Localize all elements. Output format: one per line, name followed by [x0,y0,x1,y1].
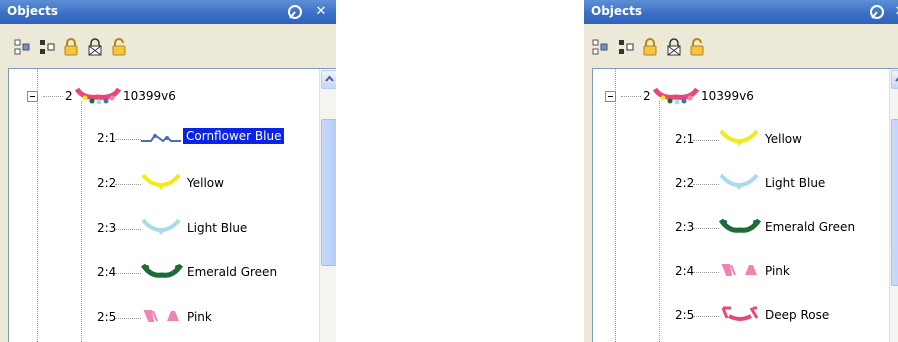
design-thumbnail-icon [653,87,699,105]
tree-row-label: Cornflower Blue [183,128,285,144]
tree-row-index: 2:3 [97,221,117,235]
toolbar [0,24,336,64]
pin-icon[interactable] [287,4,304,20]
scrollbar-thumb[interactable] [891,119,898,286]
tree-row-label: Pink [187,310,212,324]
chevron-up-icon [325,75,334,82]
scrollbar-thumb[interactable] [321,119,336,266]
tree-row-index: 2:5 [97,310,117,324]
objects-panel-right: Objects ✕ [584,0,898,342]
toolbar [584,24,898,64]
pink-thumbnail-icon [721,264,757,276]
ungroup-icon[interactable] [617,38,635,56]
tree-root-index: 2 [65,89,73,103]
light-blue-thumbnail-icon [141,218,181,235]
tree-row-index: 2:5 [675,308,695,322]
scroll-up-button[interactable] [321,70,336,89]
tree-connector [37,69,38,342]
tree-row-label: Light Blue [187,221,248,235]
tree-connector [693,228,719,229]
tree-row-label: Light Blue [765,176,826,190]
chevron-up-icon [895,77,898,82]
vertical-scrollbar[interactable] [319,69,336,342]
tree-connector [693,272,719,273]
lock-icon[interactable] [641,38,659,56]
tree-row-index: 2:1 [97,131,117,145]
objects-panel-left: Objects ✕ 2 10399v6 2:1 Cornflower Blue … [0,0,336,342]
design-thumbnail-icon [75,87,121,105]
tree-root-name[interactable]: 10399v6 [123,89,176,103]
unlock-icon[interactable] [110,38,128,56]
tree-row-label: Yellow [765,132,802,146]
emerald-green-thumbnail-icon [141,263,183,278]
tree-row-index: 2:1 [675,132,695,146]
tree-row-index: 2:2 [97,176,117,190]
tree-row-index: 2:4 [675,264,695,278]
panel-title-bar: Objects ✕ [584,0,898,24]
yellow-thumbnail-icon [719,129,759,146]
tree-row-label: Deep Rose [765,308,830,322]
tree-row-index: 2:2 [675,176,695,190]
tree-row-index: 2:4 [97,265,117,279]
collapse-toggle[interactable] [605,91,616,102]
tree-row-label: Pink [765,264,790,278]
tree-connector [615,69,616,342]
tree-connector [115,318,141,319]
tree-connector [115,273,141,274]
cornflower-blue-thumbnail-icon [141,133,181,143]
panel-title: Objects [591,4,643,18]
tree-root-index: 2 [643,89,651,103]
tree-row-label: Emerald Green [187,265,278,279]
group-icon[interactable] [13,38,31,56]
deep-rose-thumbnail-icon [721,306,759,321]
tree-connector [693,316,719,317]
close-icon[interactable]: ✕ [313,4,329,20]
ungroup-icon[interactable] [38,38,56,56]
tree-connector [115,184,141,185]
tree-connector [621,96,641,97]
tree-connector [115,139,141,140]
tree-root-name[interactable]: 10399v6 [701,89,754,103]
scroll-up-button[interactable] [891,70,898,89]
emerald-green-thumbnail-icon [719,218,761,233]
tree-connector [659,101,660,342]
pink-thumbnail-icon [143,310,179,322]
tree-row-index: 2:3 [675,220,695,234]
yellow-thumbnail-icon [141,173,181,190]
tree-connector [81,101,82,342]
tree-row-label: Emerald Green [765,220,856,234]
lock-all-icon[interactable] [665,38,683,56]
object-tree: 2 10399v6 2:1 Yellow 2:2 Light Blue 2:3 … [592,68,898,342]
tree-connector [693,184,719,185]
collapse-toggle[interactable] [27,91,38,102]
object-tree: 2 10399v6 2:1 Cornflower Blue 2:2 Yellow… [8,68,336,342]
pin-icon[interactable] [869,4,886,20]
group-icon[interactable] [591,38,609,56]
unlock-icon[interactable] [688,38,706,56]
vertical-scrollbar[interactable] [889,69,898,342]
light-blue-thumbnail-icon [719,173,759,190]
panel-title-bar: Objects ✕ [0,0,336,24]
tree-connector [43,96,63,97]
tree-row-label: Yellow [187,176,224,190]
lock-icon[interactable] [62,38,80,56]
tree-connector [693,140,719,141]
panel-title: Objects [7,4,59,18]
tree-connector [115,229,141,230]
close-icon[interactable]: ✕ [892,4,898,20]
lock-all-icon[interactable] [86,38,104,56]
